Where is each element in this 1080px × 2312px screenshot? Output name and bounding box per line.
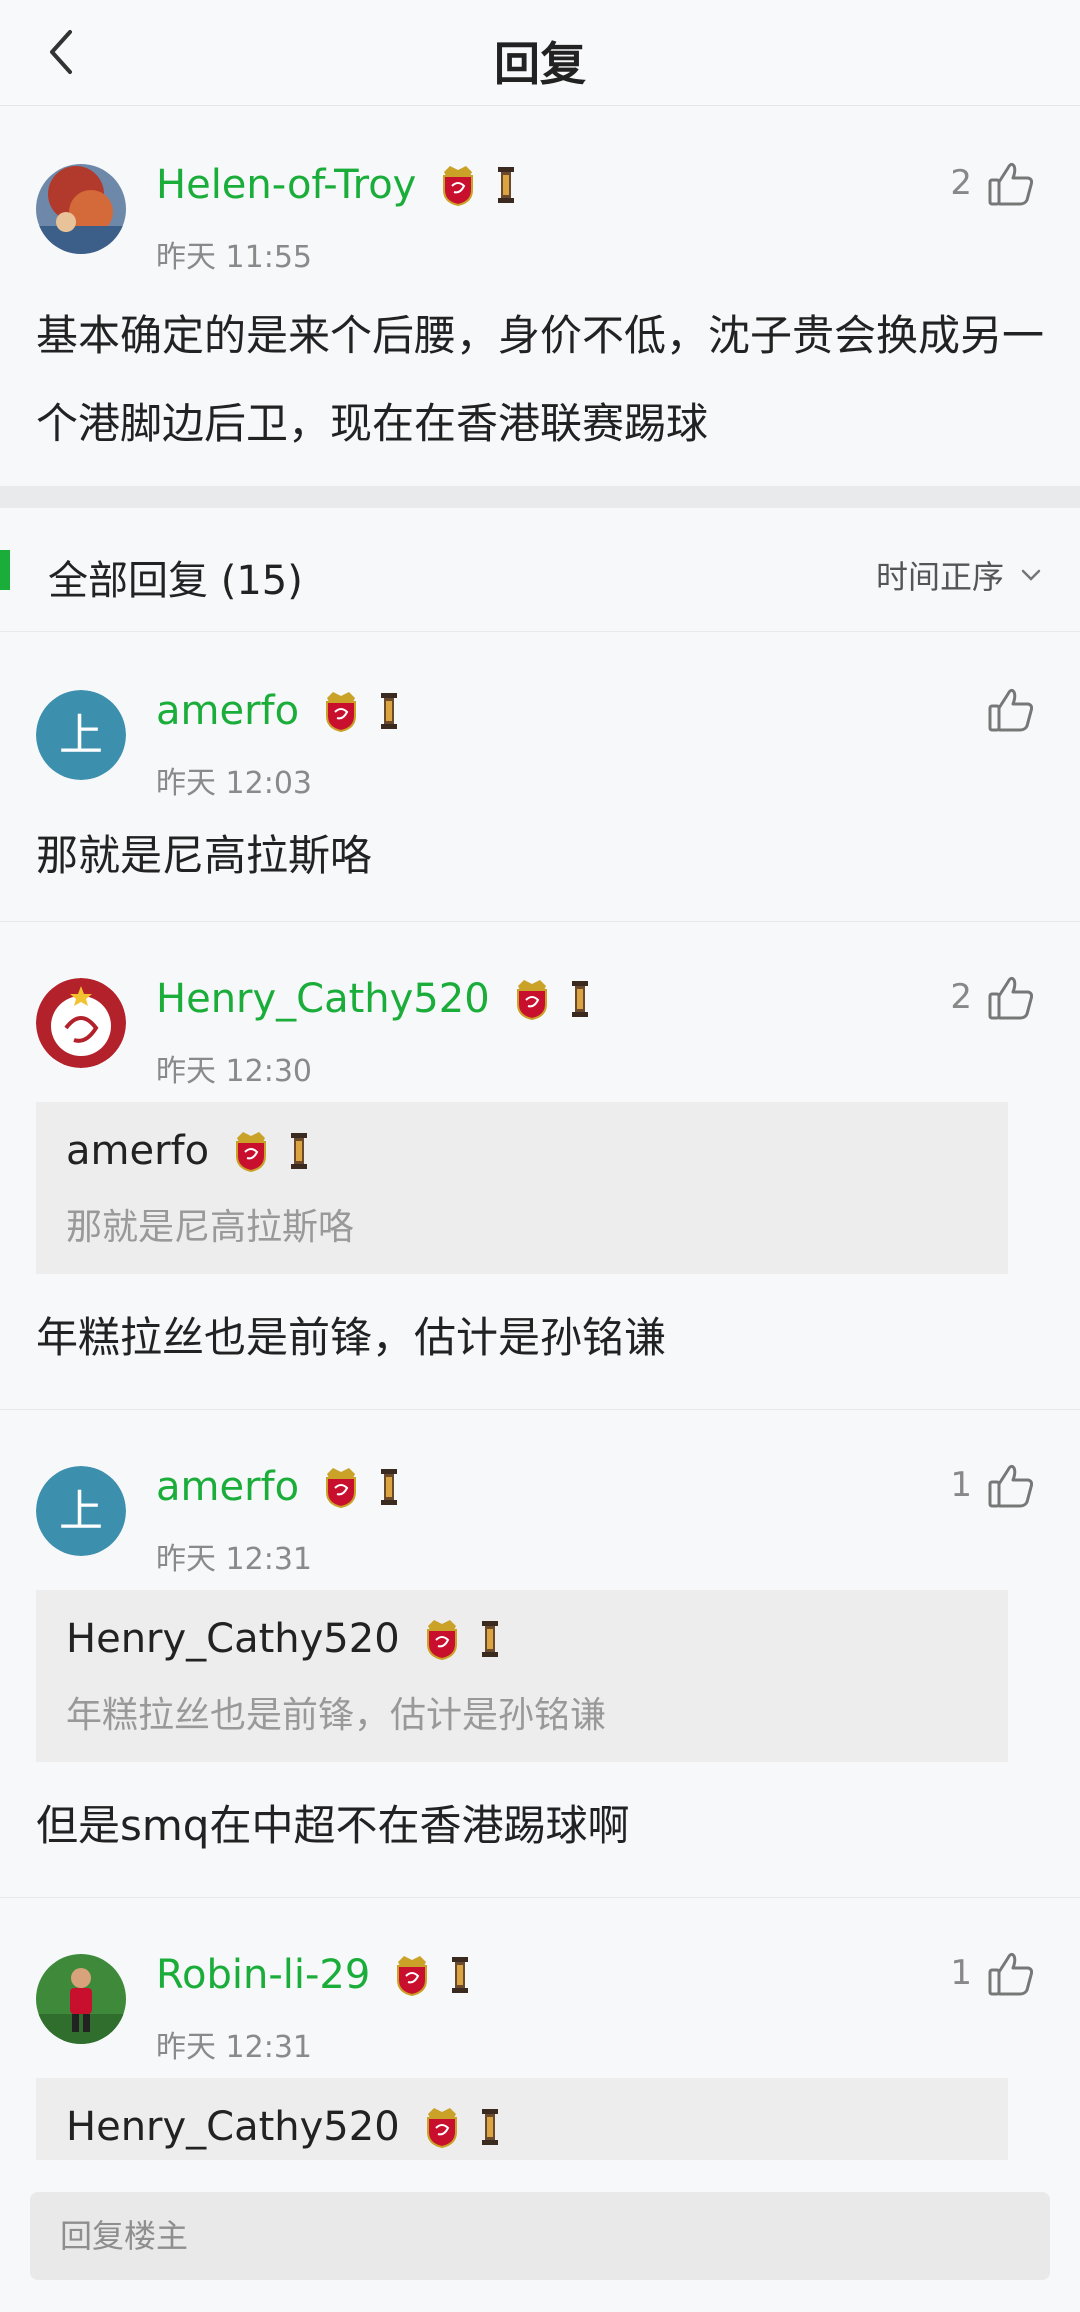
like-count: 2 xyxy=(950,977,972,1017)
quoted-text: 年糕拉丝也是前锋，估计是孙铭谦 xyxy=(66,1695,607,1736)
post-time: 昨天 11:55 xyxy=(156,240,312,275)
like-button[interactable]: 2 xyxy=(950,158,1036,208)
sort-dropdown[interactable]: 时间正序 xyxy=(876,552,1044,598)
tower-badge-icon xyxy=(381,1469,398,1505)
quoted-reply[interactable]: Henry_Cathy520 年糕拉丝也是前锋，估计是孙铭谦 xyxy=(36,1590,1008,1762)
chevron-down-icon[interactable] xyxy=(1018,562,1044,588)
thumbs-up-icon[interactable] xyxy=(986,1460,1036,1510)
reply-content: 年糕拉丝也是前锋，估计是孙铭谦 xyxy=(36,1313,667,1362)
quoted-reply[interactable]: Henry_Cathy520 xyxy=(36,2078,1008,2160)
tower-badge-icon xyxy=(571,981,588,1017)
tower-badge-icon xyxy=(381,693,398,729)
reply-item: 上 amerfo 昨天 12:03 那就是尼高拉斯咯 xyxy=(0,632,1080,922)
like-count: 1 xyxy=(950,1465,972,1505)
avatar[interactable]: 上 xyxy=(36,1466,126,1556)
tower-badge-icon xyxy=(481,1621,498,1657)
reply-thread[interactable]: Helen-of-Troy 昨天 11:55 2 基本确定的是来个后腰，身价不低… xyxy=(0,106,1080,2160)
top-bar: 回复 xyxy=(0,0,1080,106)
reply-time: 昨天 12:31 xyxy=(156,1542,312,1577)
like-button[interactable] xyxy=(972,684,1036,734)
reply-content: 那就是尼高拉斯咯 xyxy=(36,831,373,880)
avatar[interactable] xyxy=(36,164,126,254)
club-badge-icon xyxy=(426,1620,457,1660)
replies-header: 全部回复 (15) 时间正序 xyxy=(0,508,1080,632)
reply-item: 上 amerfo 昨天 12:31 1 Henry_Cathy520 年糕拉丝也… xyxy=(0,1410,1080,1898)
reply-username[interactable]: Robin-li-29 xyxy=(156,1952,470,1998)
reply-item: Robin-li-29 昨天 12:31 1 Henry_Cathy520 xyxy=(0,1898,1080,2160)
reply-input[interactable] xyxy=(30,2192,1050,2280)
club-badge-icon xyxy=(326,692,357,732)
post-content: 基本确定的是来个后腰，身价不低，沈子贵会换成另一个港脚边后卫，现在在香港联赛踢球 xyxy=(36,311,1045,448)
club-badge-icon xyxy=(236,1132,267,1172)
reply-time: 昨天 12:30 xyxy=(156,1054,312,1089)
reply-username[interactable]: amerfo xyxy=(156,1464,399,1510)
reply-username[interactable]: amerfo xyxy=(156,688,399,734)
sort-label[interactable]: 时间正序 xyxy=(876,552,1004,598)
avatar[interactable] xyxy=(36,1954,126,2044)
reply-content: 但是smq在中超不在香港踢球啊 xyxy=(36,1801,630,1850)
quoted-username: Henry_Cathy520 xyxy=(66,2104,500,2150)
quoted-text: 那就是尼高拉斯咯 xyxy=(66,1207,355,1248)
club-badge-icon xyxy=(443,166,474,206)
club-badge-icon xyxy=(326,1468,357,1508)
section-indicator xyxy=(0,550,10,590)
section-divider xyxy=(0,486,1080,508)
reply-item: Henry_Cathy520 昨天 12:30 2 amerfo 那就是尼高拉斯… xyxy=(0,922,1080,1410)
avatar[interactable]: 上 xyxy=(36,690,126,780)
reply-time: 昨天 12:03 xyxy=(156,766,312,801)
avatar[interactable] xyxy=(36,978,126,1068)
thumbs-up-icon[interactable] xyxy=(986,684,1036,734)
like-button[interactable]: 2 xyxy=(950,972,1036,1022)
reply-username[interactable]: Henry_Cathy520 xyxy=(156,976,590,1022)
like-button[interactable]: 1 xyxy=(950,1948,1036,1998)
club-badge-icon xyxy=(426,2108,457,2148)
reply-bar xyxy=(0,2160,1080,2312)
quoted-username: amerfo xyxy=(66,1128,309,1174)
tower-badge-icon xyxy=(481,2109,498,2145)
thumbs-up-icon[interactable] xyxy=(986,972,1036,1022)
svg-text:上: 上 xyxy=(59,1486,103,1537)
reply-time: 昨天 12:31 xyxy=(156,2030,312,2065)
tower-badge-icon xyxy=(498,167,515,203)
quoted-username: Henry_Cathy520 xyxy=(66,1616,500,1662)
club-badge-icon xyxy=(397,1956,428,1996)
like-count: 1 xyxy=(950,1953,972,1993)
tower-badge-icon xyxy=(452,1957,469,1993)
original-post: Helen-of-Troy 昨天 11:55 2 基本确定的是来个后腰，身价不低… xyxy=(0,106,1080,486)
thumbs-up-icon[interactable] xyxy=(986,1948,1036,1998)
page-title: 回复 xyxy=(494,37,586,91)
thumbs-up-icon[interactable] xyxy=(986,158,1036,208)
club-badge-icon xyxy=(516,980,547,1020)
quoted-reply[interactable]: amerfo 那就是尼高拉斯咯 xyxy=(36,1102,1008,1274)
like-button[interactable]: 1 xyxy=(950,1460,1036,1510)
like-count: 2 xyxy=(950,163,972,203)
tower-badge-icon xyxy=(291,1133,308,1169)
svg-text:上: 上 xyxy=(59,710,103,761)
post-username[interactable]: Helen-of-Troy xyxy=(156,162,516,208)
replies-count-title: 全部回复 (15) xyxy=(48,558,303,604)
